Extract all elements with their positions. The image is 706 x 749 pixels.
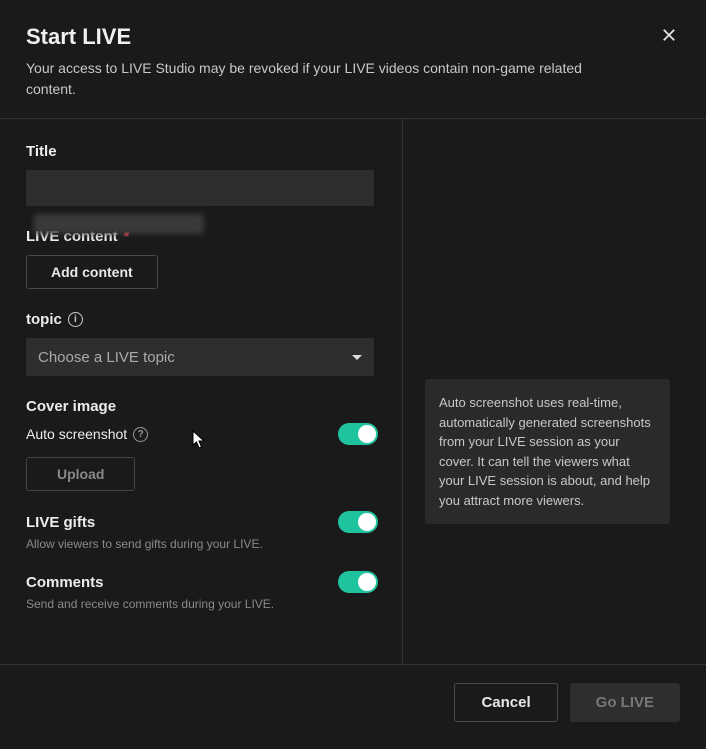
comments-desc: Send and receive comments during your LI… — [26, 597, 378, 611]
topic-label: topic i — [26, 311, 378, 328]
auto-screenshot-tooltip: Auto screenshot uses real-time, automati… — [425, 379, 670, 524]
auto-screenshot-toggle[interactable] — [338, 423, 378, 445]
title-input[interactable] — [26, 170, 374, 206]
comments-label: Comments — [26, 574, 104, 591]
modal-title: Start LIVE — [26, 24, 680, 50]
modal-subtitle: Your access to LIVE Studio may be revoke… — [26, 58, 606, 100]
add-content-button[interactable]: Add content — [26, 255, 158, 289]
close-icon — [660, 26, 678, 44]
cover-image-label: Cover image — [26, 398, 378, 415]
live-gifts-desc: Allow viewers to send gifts during your … — [26, 537, 378, 551]
auto-screenshot-label: Auto screenshot ? — [26, 426, 148, 442]
upload-button[interactable]: Upload — [26, 457, 135, 491]
topic-select[interactable]: Choose a LIVE topic — [26, 338, 374, 376]
title-redacted — [34, 214, 204, 234]
close-button[interactable] — [660, 26, 680, 46]
comments-toggle[interactable] — [338, 571, 378, 593]
go-live-button[interactable]: Go LIVE — [570, 683, 680, 722]
live-gifts-toggle[interactable] — [338, 511, 378, 533]
chevron-down-icon — [352, 355, 362, 360]
info-icon[interactable]: i — [68, 312, 83, 327]
live-gifts-label: LIVE gifts — [26, 514, 95, 531]
help-icon[interactable]: ? — [133, 427, 148, 442]
cancel-button[interactable]: Cancel — [454, 683, 557, 722]
topic-placeholder: Choose a LIVE topic — [38, 349, 175, 366]
title-label: Title — [26, 143, 378, 160]
